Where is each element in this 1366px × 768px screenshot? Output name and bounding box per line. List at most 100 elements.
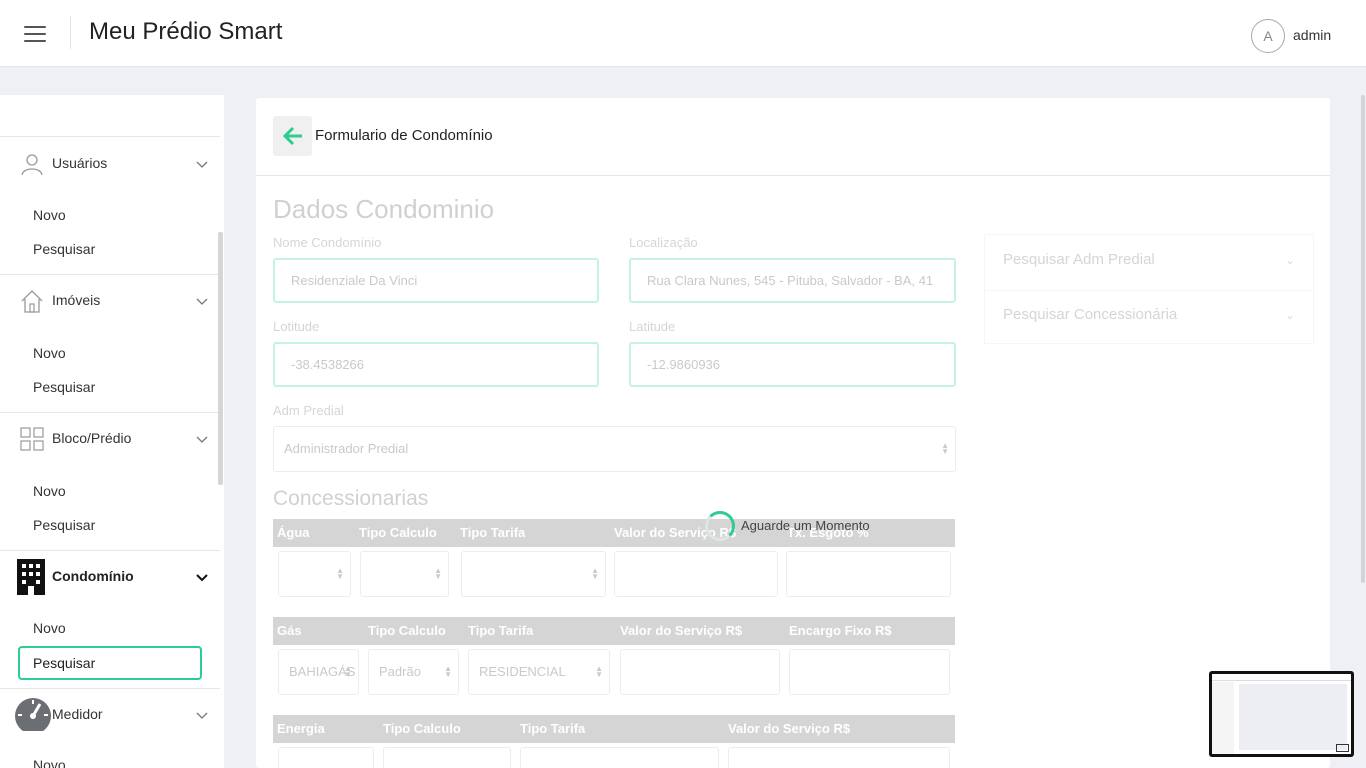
localizacao-field[interactable]: Rua Clara Nunes, 545 - Pituba, Salvador … bbox=[629, 258, 956, 303]
chevron-down-icon bbox=[196, 161, 208, 168]
sidebar-subitem-condominio-novo[interactable]: Novo bbox=[33, 620, 66, 636]
column-header: Valor do Serviço R$ bbox=[728, 721, 851, 736]
gauge-icon bbox=[15, 698, 51, 731]
agua-tx-esgoto-input[interactable] bbox=[786, 551, 951, 597]
search-panel: Pesquisar Adm Predial ⌄ Pesquisar Conces… bbox=[984, 234, 1314, 344]
sidebar-subitem-bloco-novo[interactable]: Novo bbox=[33, 483, 66, 499]
adm-predial-value: Administrador Predial bbox=[284, 441, 409, 456]
sidebar-item-label: Condomínio bbox=[52, 568, 134, 584]
page-scrollbar[interactable] bbox=[1361, 95, 1365, 583]
select-arrows-icon: ▲ ▼ bbox=[344, 664, 352, 679]
lotitude-label: Lotitude bbox=[273, 319, 320, 334]
screen-thumbnail[interactable] bbox=[1209, 671, 1354, 757]
sidebar-item-usuarios[interactable]: Usuários bbox=[0, 138, 220, 190]
sidebar-item-label: Bloco/Prédio bbox=[52, 430, 132, 446]
agua-tipo-calculo-select[interactable]: ▲ ▼ bbox=[360, 551, 449, 597]
gas-tipo-calculo-value: Padrão bbox=[379, 664, 421, 679]
sidebar-subitem-condominio-pesquisar[interactable]: Pesquisar bbox=[18, 646, 202, 680]
avatar[interactable]: A bbox=[1251, 19, 1285, 53]
select-arrows-icon: ▲ ▼ bbox=[444, 664, 452, 679]
sidebar-item-bloco-predio[interactable]: Bloco/Prédio bbox=[0, 413, 220, 465]
chevron-down-icon bbox=[196, 712, 208, 719]
sidebar-subitem-bloco-pesquisar[interactable]: Pesquisar bbox=[33, 517, 95, 533]
concessionarias-title: Concessionarias bbox=[273, 487, 429, 510]
select-arrows-icon: ▲ ▼ bbox=[941, 441, 949, 456]
building-icon bbox=[17, 559, 45, 595]
sidebar: Usuários Novo Pesquisar Imóveis Novo Pes… bbox=[0, 95, 224, 768]
adm-predial-select[interactable]: Administrador Predial ▲ ▼ bbox=[273, 426, 956, 472]
sidebar-subitem-medidor-novo[interactable]: Novo bbox=[33, 757, 66, 768]
column-header: Valor do Serviço R$ bbox=[620, 623, 743, 638]
chevron-down-icon: ⌄ bbox=[1285, 253, 1296, 267]
gas-encargo-fixo-input[interactable] bbox=[789, 649, 950, 695]
sidebar-subitem-imoveis-pesquisar[interactable]: Pesquisar bbox=[33, 379, 95, 395]
column-header: Energia bbox=[277, 721, 325, 736]
energia-valor-servico-input[interactable] bbox=[728, 747, 950, 768]
grid-icon bbox=[20, 427, 44, 451]
loading-text: Aguarde um Momento bbox=[741, 518, 870, 533]
thumbnail-viewport bbox=[1336, 744, 1349, 752]
latitude-label: Latitude bbox=[629, 319, 676, 334]
sidebar-item-imoveis[interactable]: Imóveis bbox=[0, 275, 220, 327]
gas-valor-servico-input[interactable] bbox=[620, 649, 780, 695]
nome-condominio-field[interactable]: Residenziale Da Vinci bbox=[273, 258, 599, 303]
gas-tipo-tarifa-select[interactable]: RESIDENCIAL ▲ ▼ bbox=[468, 649, 610, 695]
card-header: Formulario de Condomínio bbox=[256, 98, 1330, 176]
sidebar-item-condominio[interactable]: Condomínio bbox=[0, 551, 220, 603]
sidebar-subitem-imoveis-novo[interactable]: Novo bbox=[33, 345, 66, 361]
energia-tipo-calculo-select[interactable] bbox=[383, 747, 511, 768]
thumbnail-main bbox=[1239, 684, 1347, 750]
divider bbox=[985, 290, 1313, 291]
adm-predial-label: Adm Predial bbox=[273, 403, 344, 418]
sidebar-subitem-usuarios-novo[interactable]: Novo bbox=[33, 207, 66, 223]
sidebar-item-medidor[interactable]: Medidor bbox=[0, 689, 220, 741]
sidebar-scrollbar[interactable] bbox=[218, 232, 223, 485]
column-header: Tipo Calculo bbox=[383, 721, 461, 736]
agua-valor-servico-input[interactable] bbox=[614, 551, 778, 597]
section-title: Dados Condominio bbox=[273, 194, 495, 224]
username[interactable]: admin bbox=[1293, 27, 1331, 43]
column-header: Encargo Fixo R$ bbox=[789, 623, 892, 638]
energia-table-header: Energia Tipo Calculo Tipo Tarifa Valor d… bbox=[273, 715, 955, 743]
sidebar-item-label: Imóveis bbox=[52, 292, 101, 308]
gas-empresa-select[interactable]: BAHIAGÁS ▲ ▼ bbox=[278, 649, 359, 695]
pesquisar-concessionaria[interactable]: Pesquisar Concessionária bbox=[1003, 306, 1177, 323]
lotitude-field[interactable]: -38.4538266 bbox=[273, 342, 599, 387]
card-title: Formulario de Condomínio bbox=[315, 127, 493, 144]
agua-tipo-tarifa-select[interactable]: ▲ ▼ bbox=[461, 551, 606, 597]
column-header: Gás bbox=[277, 623, 302, 638]
gas-tipo-tarifa-value: RESIDENCIAL bbox=[479, 664, 566, 679]
divider bbox=[0, 136, 220, 137]
form-card: Formulario de Condomínio Dados Condomini… bbox=[256, 98, 1330, 768]
agua-empresa-select[interactable]: ▲ ▼ bbox=[278, 551, 351, 597]
column-header: Tipo Calculo bbox=[359, 525, 437, 540]
form-area: Dados Condominio Nome Condomínio Residen… bbox=[256, 177, 1330, 768]
localizacao-label: Localização bbox=[629, 235, 698, 250]
app-title: Meu Prédio Smart bbox=[89, 18, 283, 45]
hamburger-menu-icon[interactable] bbox=[24, 26, 46, 42]
column-header: Tipo Tarifa bbox=[468, 623, 534, 638]
latitude-field[interactable]: -12.9860936 bbox=[629, 342, 956, 387]
nome-label: Nome Condomínio bbox=[273, 235, 382, 250]
pesquisar-adm-predial[interactable]: Pesquisar Adm Predial bbox=[1003, 251, 1155, 268]
sidebar-item-label: Medidor bbox=[52, 706, 103, 722]
gas-tipo-calculo-select[interactable]: Padrão ▲ ▼ bbox=[368, 649, 459, 695]
column-header: Tipo Tarifa bbox=[460, 525, 526, 540]
energia-tipo-tarifa-select[interactable] bbox=[520, 747, 719, 768]
column-header: Tipo Tarifa bbox=[520, 721, 586, 736]
user-icon bbox=[21, 154, 43, 176]
gas-table-header: Gás Tipo Calculo Tipo Tarifa Valor do Se… bbox=[273, 617, 955, 645]
column-header: Água bbox=[277, 525, 310, 540]
back-button[interactable] bbox=[273, 116, 312, 156]
energia-empresa-select[interactable] bbox=[278, 747, 374, 768]
chevron-down-icon bbox=[196, 298, 208, 305]
thumbnail-sidebar bbox=[1212, 682, 1234, 754]
chevron-down-icon bbox=[196, 574, 208, 582]
select-arrows-icon: ▲ ▼ bbox=[434, 566, 442, 581]
house-icon bbox=[21, 290, 43, 313]
select-arrows-icon: ▲ ▼ bbox=[336, 566, 344, 581]
chevron-down-icon: ⌄ bbox=[1285, 308, 1296, 322]
sidebar-item-label: Usuários bbox=[52, 155, 108, 171]
sidebar-subitem-usuarios-pesquisar[interactable]: Pesquisar bbox=[33, 241, 95, 257]
thumbnail-preview bbox=[1212, 674, 1351, 754]
